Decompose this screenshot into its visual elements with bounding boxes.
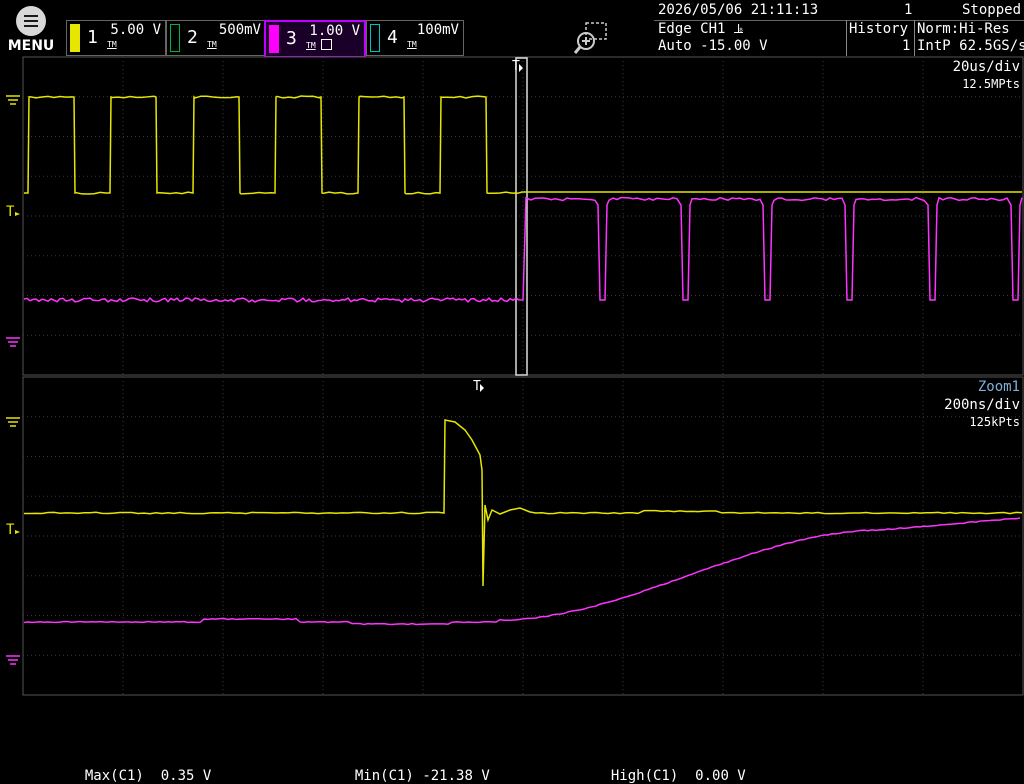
measurement-value: 0.35 V [161,768,212,784]
ch1-zoom-ground-marker [6,418,20,426]
measurement-label: Max(C1) [85,768,144,784]
ch3-ground-marker[interactable] [6,338,20,346]
measurement-1[interactable]: Max(C1) 0.35 V [68,752,211,784]
zoom-points: 125kPts [969,415,1020,429]
main-points: 12.5MPts [962,77,1020,91]
measurement-value: 0.00 V [695,768,746,784]
svg-text:T: T [6,204,15,220]
ch1-ground-marker[interactable] [6,96,20,104]
svg-text:T: T [512,59,520,74]
zoom-trigger-level-marker: T [6,522,20,538]
measurement-value: -21.38 V [422,768,489,784]
measurement-3[interactable]: High(C1) 0.00 V [594,752,746,784]
measurement-label: High(C1) [611,768,678,784]
main-timebase[interactable]: 20us/div [953,59,1020,75]
trigger-level-marker[interactable]: T [6,204,20,220]
svg-text:T: T [473,379,481,394]
ch3-zoom-ground-marker [6,656,20,664]
measurement-2[interactable]: Min(C1) -21.38 V [338,752,490,784]
svg-text:T: T [6,522,15,538]
zoom-label[interactable]: Zoom1 [978,379,1020,395]
zoom-timebase[interactable]: 200ns/div [944,397,1020,413]
waveform-display[interactable]: T T T T [0,0,1024,768]
measurement-label: Min(C1) [355,768,414,784]
